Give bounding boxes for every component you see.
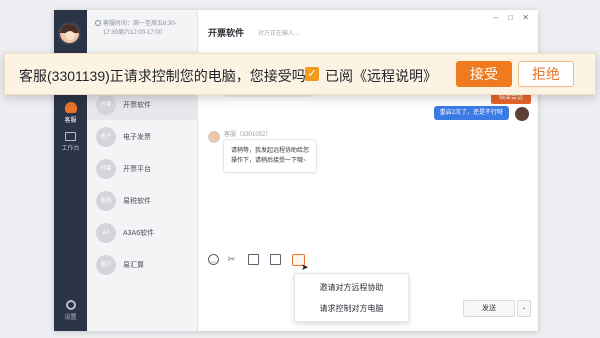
nav-kefu-label: 客服 — [64, 118, 77, 124]
nav-settings-label: 设置 — [64, 315, 77, 321]
agent-name: 客服（3301052） — [224, 132, 272, 138]
self-avatar — [515, 107, 529, 121]
service-hours-line2: 17:30周六12:00-17:00 — [103, 30, 163, 36]
service-hours: 客服时间：周一至周五8:30- 17:30周六12:00-17:00 — [95, 20, 177, 38]
chat-title: 开票软件 — [208, 28, 245, 38]
contact-name: 开票平台 — [123, 166, 151, 173]
contact-avatar: A3 — [96, 223, 116, 243]
remote-assist-menu: 邀请对方远程协助 请求控制对方电脑 — [294, 273, 409, 322]
folder-icon[interactable] — [270, 254, 281, 265]
agent-message: 请稍等，我发起远程协助给您操作下，请稍后接受一下哦~ — [223, 139, 317, 173]
contact-name: 易汇算 — [123, 262, 144, 269]
contact-name: 开票软件 — [123, 102, 151, 109]
emoji-icon[interactable]: ‿ — [208, 254, 219, 265]
contact-item-yihui[interactable]: 易汇 易汇算 — [87, 250, 198, 280]
read-agreement-checkbox[interactable]: ✓ — [305, 67, 319, 81]
monitor-icon — [65, 132, 76, 141]
remote-control-request-banner: 客服(3301139)正请求控制您的电脑，您接受吗？ ✓ 已阅《远程说明》 接受… — [4, 53, 596, 95]
nav-item-kefu[interactable]: 客服 — [54, 102, 87, 124]
contact-item-a3a6[interactable]: A3 A3A6软件 — [87, 218, 198, 248]
clock-icon — [95, 20, 101, 26]
user-avatar[interactable] — [58, 22, 81, 45]
self-message: 重启2次了，还是不行呀 — [433, 106, 509, 120]
chevron-down-icon[interactable]: ⌄ — [517, 300, 531, 317]
read-agreement-label[interactable]: 已阅《远程说明》 — [325, 66, 437, 86]
contact-avatar: 开票 — [96, 159, 116, 179]
contact-item-platform[interactable]: 开票 开票平台 — [87, 154, 198, 184]
agent-avatar — [208, 131, 220, 143]
gear-icon — [65, 300, 76, 310]
service-hours-line1: 客服时间：周一至周五8:30- — [103, 21, 177, 27]
nav-work-label: 工作台 — [61, 146, 80, 152]
screen: 客服 工作台 设置 客服时间：周一至周五8:30- 17:30周六12:00-1… — [0, 0, 600, 338]
close-icon[interactable]: ✕ — [522, 13, 529, 22]
image-icon[interactable] — [248, 254, 259, 265]
scissors-icon[interactable]: ✂ — [226, 254, 237, 265]
send-button[interactable]: 发送 — [463, 300, 515, 317]
request-question: 客服(3301139)正请求控制您的电脑，您接受吗？ — [19, 68, 320, 84]
maximize-icon[interactable]: □ — [508, 13, 513, 22]
reject-button[interactable]: 拒绝 — [518, 61, 574, 87]
nav-item-settings[interactable]: 设置 — [54, 300, 87, 321]
contact-item-dianzi[interactable]: 电子 电子发票 — [87, 122, 198, 152]
menu-item-invite-assist[interactable]: 邀请对方远程协助 — [295, 282, 408, 293]
contact-item-yishui[interactable]: 易税 易税软件 — [87, 186, 198, 216]
contact-name: 电子发票 — [123, 134, 151, 141]
accept-button[interactable]: 接受 — [456, 61, 512, 87]
typing-indicator: 对方正在输入... — [258, 31, 300, 37]
contact-avatar: 电子 — [96, 127, 116, 147]
mouse-cursor-icon: ➤ — [301, 262, 309, 272]
nav-item-workbench[interactable]: 工作台 — [54, 132, 87, 152]
contact-name: A3A6软件 — [123, 230, 155, 237]
minimize-icon[interactable]: – — [494, 13, 498, 22]
contact-avatar: 易汇 — [96, 255, 116, 275]
contact-avatar: 易税 — [96, 191, 116, 211]
contact-avatar: 开票 — [96, 95, 116, 115]
avatar-face — [65, 31, 75, 40]
headset-icon — [64, 102, 77, 113]
contact-name: 易税软件 — [123, 198, 151, 205]
menu-item-request-control[interactable]: 请求控制对方电脑 — [295, 303, 408, 314]
